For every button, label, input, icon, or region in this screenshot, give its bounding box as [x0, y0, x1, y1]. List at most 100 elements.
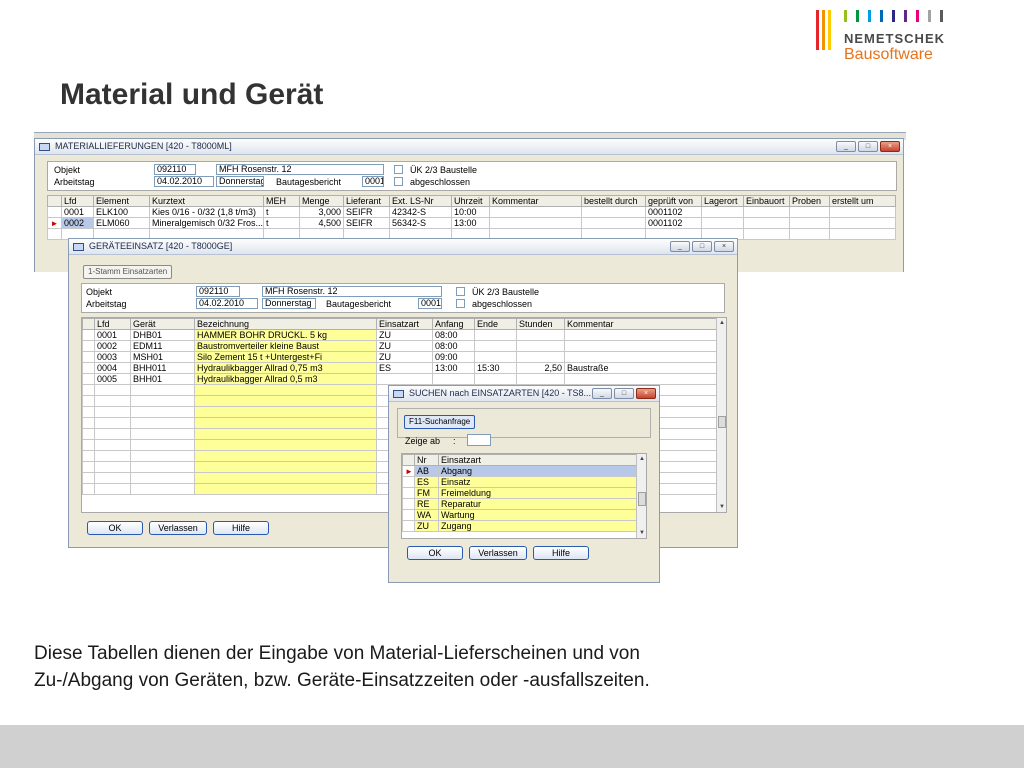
table-cell[interactable] [194, 483, 377, 495]
table-cell[interactable]: Baustromverteiler kleine Baust [194, 340, 377, 352]
column-header[interactable]: Uhrzeit [451, 195, 490, 207]
table-cell[interactable] [376, 373, 433, 385]
table-cell[interactable] [130, 428, 195, 440]
row-marker[interactable] [82, 483, 95, 495]
table-cell[interactable] [194, 384, 377, 396]
maximize-button[interactable]: □ [614, 388, 634, 399]
table-cell[interactable] [743, 206, 790, 218]
table-cell[interactable] [789, 206, 830, 218]
table-cell[interactable]: Kies 0/16 - 0/32 (1,8 t/m3) [149, 206, 264, 218]
column-header[interactable]: Einsatzart [438, 454, 637, 466]
objekt-nr-field[interactable]: 092110 [154, 164, 196, 175]
einsatzart-scrollbar[interactable]: ▲ ▼ [636, 454, 646, 538]
table-cell[interactable]: DHB01 [130, 329, 195, 341]
table-row[interactable]: ES Einsatz [402, 476, 637, 488]
column-header[interactable]: Ende [474, 318, 517, 330]
row-marker[interactable] [82, 439, 95, 451]
table-cell[interactable] [94, 450, 131, 462]
table-cell[interactable]: ZU [414, 520, 439, 532]
table-cell[interactable] [194, 472, 377, 484]
table-cell[interactable] [94, 384, 131, 396]
table-cell[interactable]: Mineralgemisch 0/32 Fros... [149, 217, 264, 229]
table-cell[interactable]: 0001102 [645, 206, 702, 218]
table-cell[interactable] [829, 228, 896, 240]
table-cell[interactable]: 08:00 [432, 340, 475, 352]
table-cell[interactable]: Einsatz [438, 476, 637, 488]
suchanfrage-tab[interactable]: F11-Suchanfrage [404, 415, 476, 429]
material-titlebar[interactable]: MATERIALLIEFERUNGEN [420 - T8000ML] _ □ × [35, 139, 903, 155]
table-row[interactable]: 0001 DHB01 HAMMER BOHR DRUCKL. 5 kg ZU 08:00 [82, 329, 717, 341]
table-cell[interactable] [516, 340, 565, 352]
table-cell[interactable] [130, 483, 195, 495]
column-header[interactable]: Kurztext [149, 195, 264, 207]
column-header[interactable]: Menge [299, 195, 344, 207]
table-cell[interactable]: 13:00 [432, 362, 475, 374]
table-cell[interactable]: 15:30 [474, 362, 517, 374]
column-header[interactable]: Element [93, 195, 150, 207]
table-row[interactable]: 0002 EDM11 Baustromverteiler kleine Baust Z… [82, 340, 717, 352]
table-cell[interactable]: Baustraße [564, 362, 717, 374]
table-cell[interactable]: SEIFR [343, 206, 390, 218]
table-cell[interactable] [194, 417, 377, 429]
table-row[interactable]: 0003 MSH01 Silo Zement 15 t +Untergest+Fi Z… [82, 351, 717, 363]
table-cell[interactable] [94, 472, 131, 484]
table-cell[interactable]: ZU [376, 329, 433, 341]
table-cell[interactable] [194, 395, 377, 407]
table-cell[interactable]: Wartung [438, 509, 637, 521]
table-row[interactable]: ► AB Abgang [402, 465, 637, 477]
table-cell[interactable] [94, 406, 131, 418]
maximize-button[interactable]: □ [692, 241, 712, 252]
row-marker[interactable]: ► [47, 217, 62, 229]
table-cell[interactable] [743, 217, 790, 229]
table-cell[interactable]: Silo Zement 15 t +Untergest+Fi [194, 351, 377, 363]
column-header[interactable]: Lfd [94, 318, 131, 330]
table-cell[interactable] [516, 351, 565, 363]
minimize-button[interactable]: _ [670, 241, 690, 252]
table-cell[interactable]: BHH011 [130, 362, 195, 374]
table-cell[interactable]: t [263, 206, 300, 218]
scroll-thumb[interactable] [718, 416, 726, 428]
column-header[interactable]: Lfd [61, 195, 94, 207]
table-cell[interactable] [474, 340, 517, 352]
table-cell[interactable]: SEIFR [343, 217, 390, 229]
table-cell[interactable] [94, 483, 131, 495]
stamm-einsatzarten-tab[interactable]: 1-Stamm Einsatzarten [83, 265, 173, 279]
table-row[interactable]: RE Reparatur [402, 498, 637, 510]
close-button[interactable]: × [636, 388, 656, 399]
table-row[interactable]: ZU Zugang [402, 520, 637, 532]
hilfe-button[interactable]: Hilfe [533, 546, 589, 560]
table-cell[interactable] [130, 450, 195, 462]
table-cell[interactable] [564, 351, 717, 363]
table-cell[interactable]: 0002 [61, 217, 94, 229]
table-cell[interactable] [516, 373, 565, 385]
row-marker[interactable] [82, 373, 95, 385]
row-marker[interactable] [82, 461, 95, 473]
table-cell[interactable]: 0002 [94, 340, 131, 352]
table-cell[interactable]: ELM060 [93, 217, 150, 229]
table-cell[interactable] [130, 406, 195, 418]
table-cell[interactable]: HAMMER BOHR DRUCKL. 5 kg [194, 329, 377, 341]
table-cell[interactable]: 13:00 [451, 217, 490, 229]
table-cell[interactable] [701, 217, 744, 229]
table-cell[interactable]: 09:00 [432, 351, 475, 363]
geraete-titlebar[interactable]: GERÄTEEINSATZ [420 - T8000GE] _ □ × [69, 239, 737, 255]
table-cell[interactable]: WA [414, 509, 439, 521]
minimize-button[interactable]: _ [836, 141, 856, 152]
table-cell[interactable] [489, 206, 582, 218]
row-marker[interactable] [47, 206, 62, 218]
column-header[interactable]: Lieferant [343, 195, 390, 207]
table-cell[interactable] [516, 329, 565, 341]
column-header[interactable]: MEH [263, 195, 300, 207]
row-marker[interactable] [82, 329, 95, 341]
table-cell[interactable] [130, 461, 195, 473]
column-header[interactable]: Stunden [516, 318, 565, 330]
table-cell[interactable] [789, 217, 830, 229]
zeige-ab-input[interactable] [467, 434, 491, 446]
table-cell[interactable]: 4,500 [299, 217, 344, 229]
row-marker[interactable]: ► [402, 465, 415, 477]
table-cell[interactable] [432, 373, 475, 385]
hilfe-button[interactable]: Hilfe [213, 521, 269, 535]
table-cell[interactable] [489, 217, 582, 229]
minimize-button[interactable]: _ [592, 388, 612, 399]
table-cell[interactable] [94, 439, 131, 451]
